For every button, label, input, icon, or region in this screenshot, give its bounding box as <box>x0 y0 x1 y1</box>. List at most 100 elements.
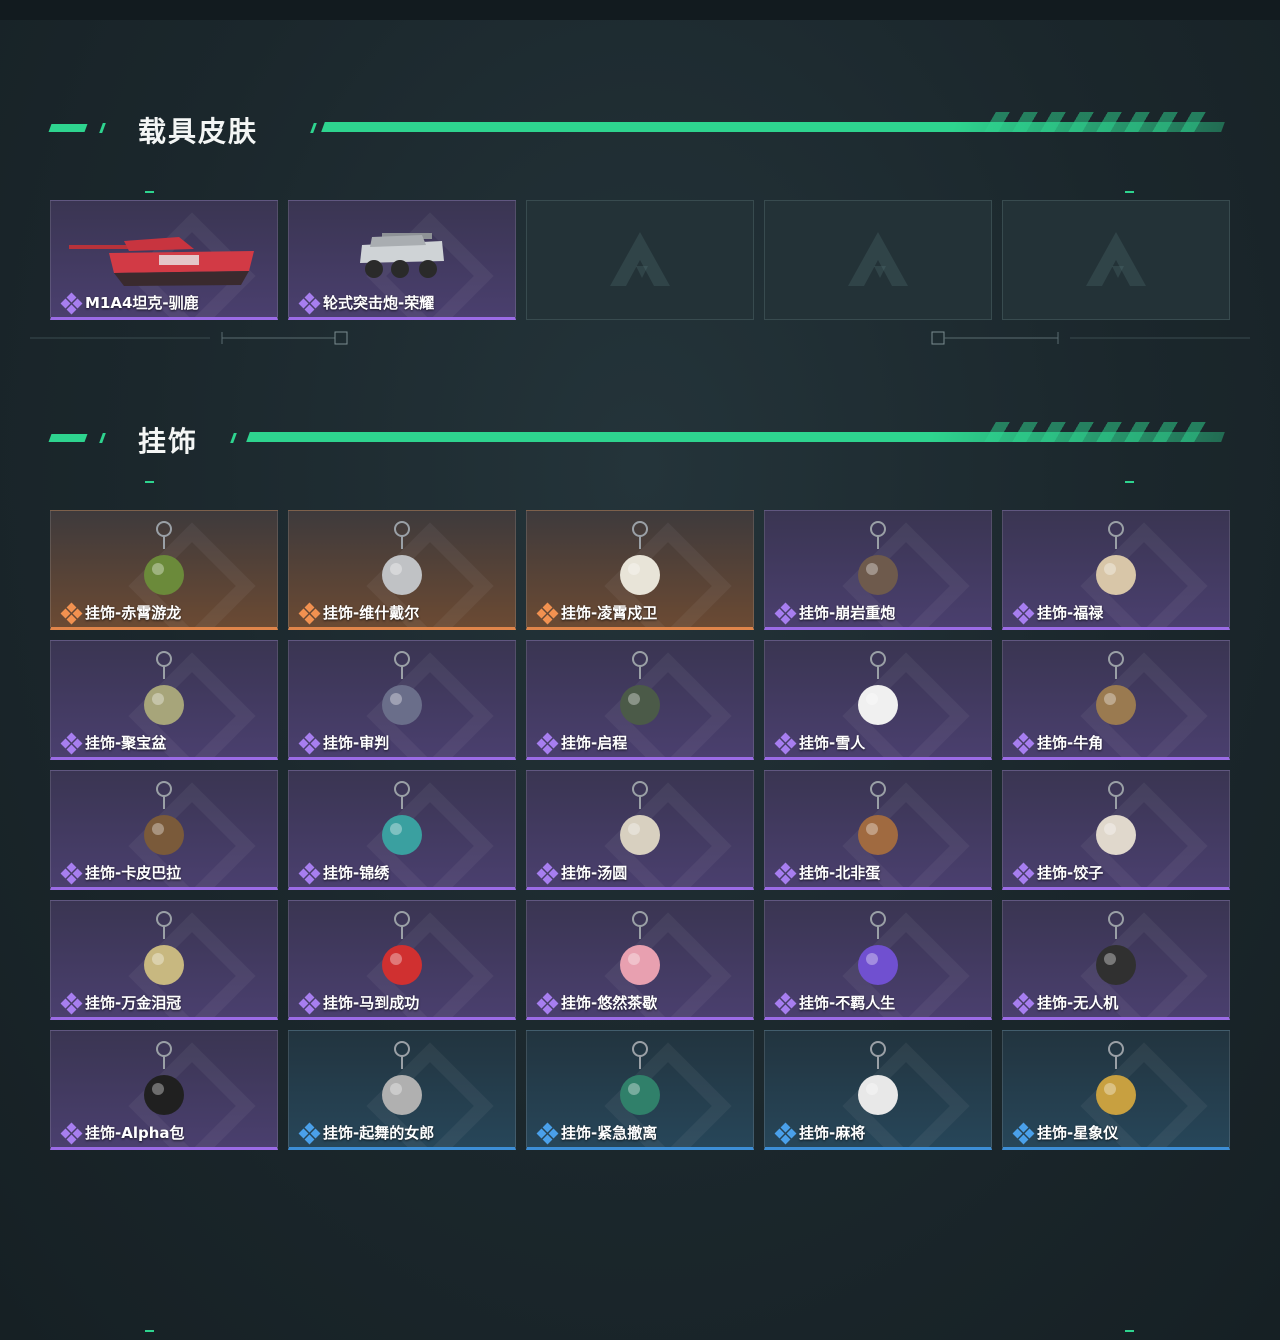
item-thumbnail <box>848 909 908 999</box>
item-label: 挂饰-凌霄戍卫 <box>536 602 657 624</box>
item-card[interactable]: 挂饰-饺子 <box>1002 770 1230 890</box>
section-title: 挂饰 <box>138 425 199 458</box>
item-name: 挂饰-崩岩重炮 <box>799 604 896 622</box>
placeholder-logo-icon <box>610 232 670 286</box>
rarity-diamond-icon <box>1012 862 1035 884</box>
item-card[interactable]: 挂饰-星象仪 <box>1002 1030 1230 1150</box>
header-accent-dash <box>99 123 106 133</box>
item-thumbnail <box>848 519 908 609</box>
item-name: 挂饰-牛角 <box>1037 734 1104 752</box>
item-label: 挂饰-饺子 <box>1012 862 1104 884</box>
corner-tick <box>1125 1330 1134 1332</box>
item-card[interactable]: 挂饰-万金泪冠 <box>50 900 278 1020</box>
item-card[interactable]: 挂饰-牛角 <box>1002 640 1230 760</box>
item-label: 挂饰-无人机 <box>1012 992 1119 1014</box>
item-thumbnail <box>134 779 194 869</box>
rarity-diamond-icon <box>774 602 797 624</box>
item-thumbnail <box>352 223 452 291</box>
item-label: 挂饰-福禄 <box>1012 602 1103 624</box>
rarity-diamond-icon <box>298 292 321 314</box>
corner-tick <box>145 191 154 193</box>
item-thumbnail <box>610 649 670 739</box>
item-name: 挂饰-饺子 <box>1037 864 1104 882</box>
item-thumbnail <box>372 1039 432 1129</box>
item-label: 挂饰-赤霄游龙 <box>60 602 181 624</box>
item-card[interactable]: 挂饰-审判 <box>288 640 516 760</box>
item-name: 挂饰-星象仪 <box>1037 1124 1119 1142</box>
item-label: 挂饰-维什戴尔 <box>298 602 419 624</box>
item-label: 挂饰-马到成功 <box>298 992 419 1014</box>
item-card[interactable]: 挂饰-凌霄戍卫 <box>526 510 754 630</box>
item-card[interactable]: 挂饰-汤圆 <box>526 770 754 890</box>
item-card[interactable]: 挂饰-维什戴尔 <box>288 510 516 630</box>
item-thumbnail <box>1086 519 1146 609</box>
item-label: 挂饰-启程 <box>536 732 628 754</box>
item-card[interactable]: 挂饰-悠然茶歇 <box>526 900 754 1020</box>
rarity-diamond-icon <box>536 862 559 884</box>
item-card[interactable]: 挂饰-赤霄游龙 <box>50 510 278 630</box>
corner-tick <box>145 1330 154 1332</box>
item-name: 轮式突击炮-荣耀 <box>323 294 435 312</box>
item-card[interactable]: M1A4坦克-驯鹿 <box>50 200 278 320</box>
rarity-diamond-icon <box>60 602 83 624</box>
item-thumbnail <box>610 519 670 609</box>
rarity-diamond-icon <box>774 992 797 1014</box>
item-label: 挂饰-锦绣 <box>298 862 389 884</box>
item-label: 挂饰-聚宝盆 <box>60 732 166 754</box>
placeholder-logo-icon <box>1086 232 1146 286</box>
item-thumbnail <box>372 519 432 609</box>
item-card[interactable]: 挂饰-北非蛋 <box>764 770 992 890</box>
item-name: 挂饰-麻将 <box>799 1124 866 1142</box>
rarity-diamond-icon <box>536 992 559 1014</box>
item-card[interactable]: 挂饰-Alpha包 <box>50 1030 278 1150</box>
item-label: 挂饰-审判 <box>298 732 390 754</box>
item-label: 挂饰-万金泪冠 <box>60 992 181 1014</box>
item-name: 挂饰-无人机 <box>1037 994 1119 1012</box>
item-card[interactable]: 挂饰-福禄 <box>1002 510 1230 630</box>
charm-grid: 挂饰-赤霄游龙 挂饰-维什戴尔 挂饰-凌霄戍卫 挂饰-崩岩重炮 挂饰-福禄 挂饰-聚宝盆挂… <box>50 510 1230 1150</box>
item-card[interactable]: 挂饰-马到成功 <box>288 900 516 1020</box>
rarity-diamond-icon <box>60 732 83 754</box>
rarity-diamond-icon <box>60 292 83 314</box>
rarity-diamond-icon <box>774 732 797 754</box>
item-thumbnail <box>134 1039 194 1129</box>
rarity-diamond-icon <box>1012 992 1035 1014</box>
empty-slot-card[interactable] <box>526 200 754 320</box>
item-card[interactable]: 挂饰-锦绣 <box>288 770 516 890</box>
item-label: 挂饰-悠然茶歇 <box>536 992 657 1014</box>
item-thumbnail <box>1086 649 1146 739</box>
rarity-diamond-icon <box>536 602 559 624</box>
item-thumbnail <box>848 649 908 739</box>
rarity-diamond-icon <box>298 732 321 754</box>
item-card[interactable]: 挂饰-不羁人生 <box>764 900 992 1020</box>
empty-slot-card[interactable] <box>764 200 992 320</box>
item-card[interactable]: 挂饰-麻将 <box>764 1030 992 1150</box>
header-checker-pattern <box>984 112 1206 132</box>
item-thumbnail <box>372 649 432 739</box>
item-name: 挂饰-启程 <box>561 734 628 752</box>
rarity-diamond-icon <box>60 1122 83 1144</box>
item-card[interactable]: 挂饰-卡皮巴拉 <box>50 770 278 890</box>
item-card[interactable]: 挂饰-崩岩重炮 <box>764 510 992 630</box>
item-name: 挂饰-不羁人生 <box>799 994 896 1012</box>
item-card[interactable]: 挂饰-起舞的女郎 <box>288 1030 516 1150</box>
item-card[interactable]: 挂饰-无人机 <box>1002 900 1230 1020</box>
item-card[interactable]: 挂饰-启程 <box>526 640 754 760</box>
item-card[interactable]: 轮式突击炮-荣耀 <box>288 200 516 320</box>
item-thumbnail <box>134 909 194 999</box>
item-card[interactable]: 挂饰-紧急撤离 <box>526 1030 754 1150</box>
header-accent-dash <box>48 124 88 132</box>
rarity-diamond-icon <box>1012 602 1035 624</box>
item-thumbnail <box>610 779 670 869</box>
item-name: 挂饰-雪人 <box>799 734 866 752</box>
rarity-diamond-icon <box>774 1122 797 1144</box>
item-label: 挂饰-不羁人生 <box>774 992 896 1014</box>
rarity-diamond-icon <box>536 732 559 754</box>
item-card[interactable]: 挂饰-雪人 <box>764 640 992 760</box>
rarity-diamond-icon <box>60 992 83 1014</box>
placeholder-logo-icon <box>848 232 908 286</box>
item-thumbnail <box>1086 1039 1146 1129</box>
item-name: 挂饰-审判 <box>323 734 390 752</box>
empty-slot-card[interactable] <box>1002 200 1230 320</box>
item-card[interactable]: 挂饰-聚宝盆 <box>50 640 278 760</box>
